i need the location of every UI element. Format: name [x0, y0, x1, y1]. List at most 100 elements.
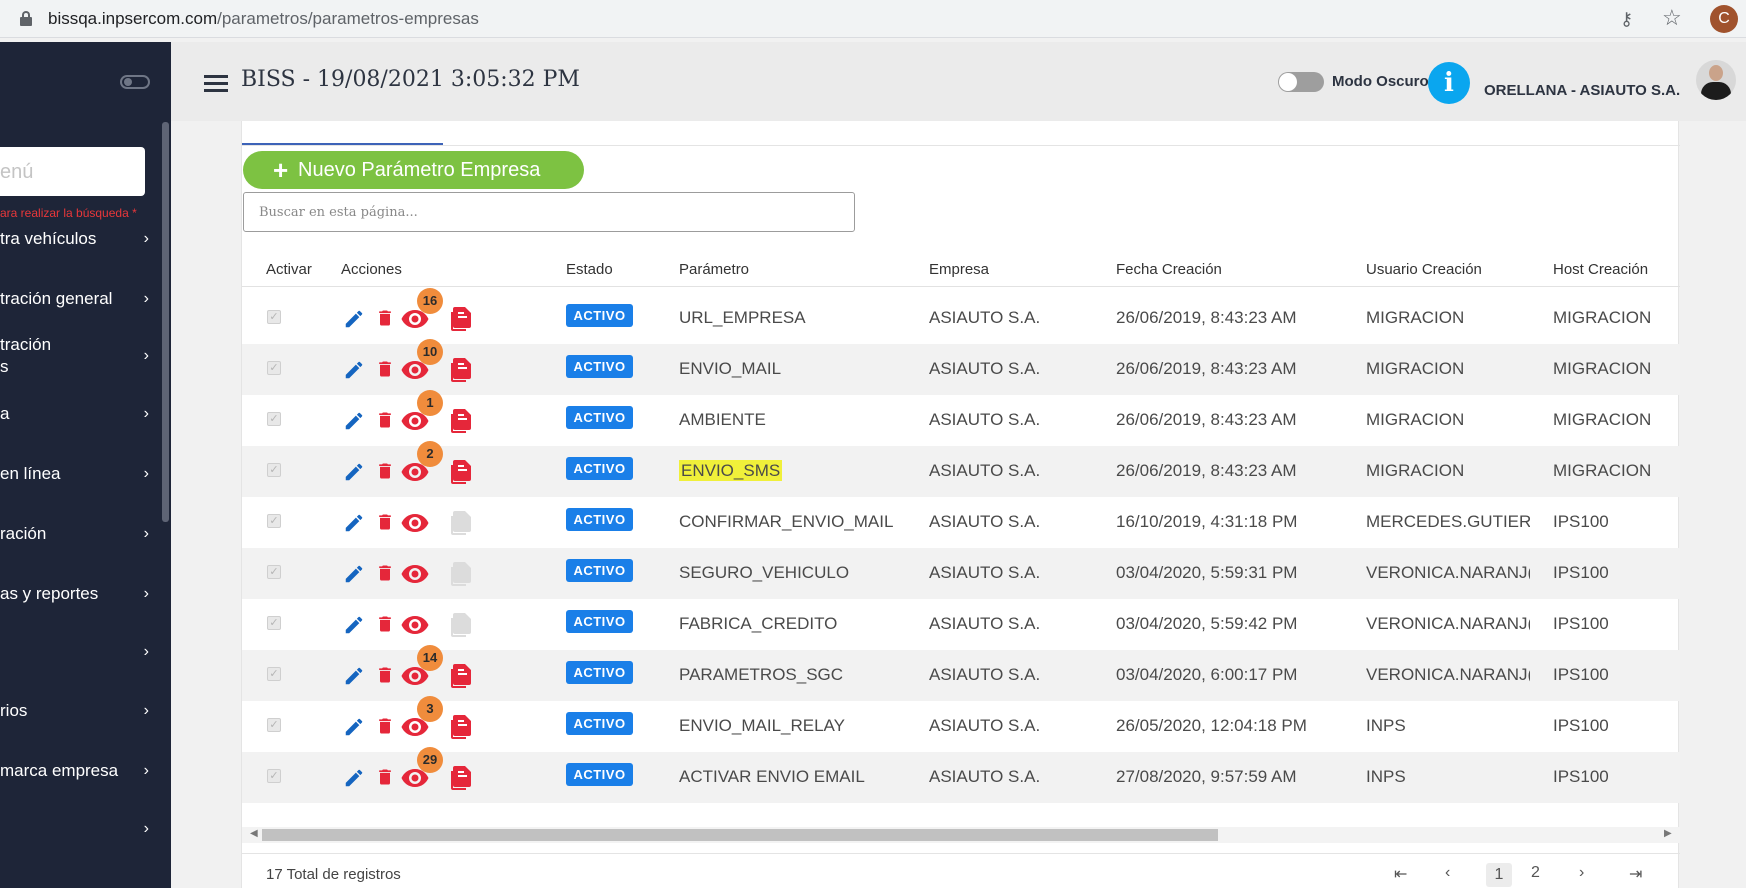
- scrollbar-thumb[interactable]: [262, 829, 1218, 841]
- bookmark-star-icon[interactable]: ☆: [1662, 6, 1686, 30]
- activate-checkbox[interactable]: ✓: [267, 667, 281, 681]
- copy-document-icon[interactable]: [450, 765, 474, 796]
- copy-document-disabled-icon: [450, 561, 474, 592]
- lock-icon[interactable]: [20, 11, 32, 26]
- delete-trash-icon[interactable]: [375, 562, 395, 589]
- delete-trash-icon[interactable]: [375, 358, 395, 385]
- prev-page-icon[interactable]: ‹: [1445, 864, 1450, 882]
- avatar[interactable]: [1696, 60, 1736, 100]
- edit-pencil-icon[interactable]: [343, 512, 365, 539]
- table-header: Activar Acciones Estado Parámetro Empres…: [242, 261, 1680, 287]
- activate-checkbox[interactable]: ✓: [267, 718, 281, 732]
- col-estado[interactable]: Estado: [566, 261, 613, 278]
- scroll-left-icon[interactable]: ◀: [250, 828, 258, 839]
- delete-trash-icon[interactable]: [375, 409, 395, 436]
- delete-trash-icon[interactable]: [375, 460, 395, 487]
- edit-pencil-icon[interactable]: [343, 614, 365, 641]
- table-row[interactable]: ✓ ACTIVO SEGURO_VEHICULO ASIAUTO S.A. 03/04/…: [242, 548, 1680, 599]
- copy-document-icon[interactable]: [450, 663, 474, 694]
- creation-user: VERONICA.NARANJ(: [1366, 614, 1530, 633]
- activate-checkbox[interactable]: ✓: [267, 769, 281, 783]
- col-fecha-creacion[interactable]: Fecha Creación: [1116, 261, 1222, 278]
- activate-checkbox[interactable]: ✓: [267, 463, 281, 477]
- page-search-input[interactable]: Buscar en esta página...: [243, 192, 855, 232]
- delete-trash-icon[interactable]: [375, 307, 395, 334]
- activate-checkbox[interactable]: ✓: [267, 514, 281, 528]
- sidebar-item[interactable]: marca empresa ›: [0, 760, 171, 782]
- page-2-button[interactable]: 2: [1531, 864, 1540, 882]
- copy-document-icon[interactable]: [450, 714, 474, 745]
- col-activar[interactable]: Activar: [266, 261, 312, 278]
- delete-trash-icon[interactable]: [375, 766, 395, 793]
- view-eye-icon[interactable]: [401, 564, 429, 589]
- table-row[interactable]: ✓ 14 ACTIVO PARAMETROS_SGC ASIAUTO S.A. 03/04…: [242, 645, 1680, 701]
- copy-document-icon[interactable]: [450, 459, 474, 490]
- sidebar-item[interactable]: a ›: [0, 403, 171, 425]
- view-count-badge: 10: [417, 339, 443, 365]
- browser-profile-avatar[interactable]: C: [1710, 5, 1738, 33]
- table-row[interactable]: ✓ 16 ACTIVO URL_EMPRESA ASIAUTO S.A. 26/06/20…: [242, 288, 1680, 344]
- activate-checkbox[interactable]: ✓: [267, 361, 281, 375]
- first-page-icon[interactable]: ⇤: [1394, 864, 1407, 884]
- horizontal-scrollbar[interactable]: ◀ ▶: [242, 827, 1680, 843]
- view-eye-icon[interactable]: [401, 615, 429, 640]
- edit-pencil-icon[interactable]: [343, 359, 365, 386]
- sidebar-item[interactable]: tra vehículos ›: [0, 228, 171, 250]
- edit-pencil-icon[interactable]: [343, 461, 365, 488]
- edit-pencil-icon[interactable]: [343, 716, 365, 743]
- sidebar-scrollbar[interactable]: [162, 122, 169, 522]
- next-page-icon[interactable]: ›: [1579, 864, 1584, 882]
- info-icon[interactable]: i: [1428, 62, 1470, 104]
- delete-trash-icon[interactable]: [375, 613, 395, 640]
- col-empresa[interactable]: Empresa: [929, 261, 989, 278]
- delete-trash-icon[interactable]: [375, 715, 395, 742]
- copy-document-icon[interactable]: [450, 357, 474, 388]
- edit-pencil-icon[interactable]: [343, 308, 365, 335]
- scroll-right-icon[interactable]: ▶: [1664, 828, 1672, 839]
- url-field[interactable]: bissqa.inpsercom.com/parametros/parametr…: [48, 9, 479, 29]
- sidebar-item[interactable]: rios ›: [0, 700, 171, 722]
- sidebar-item[interactable]: tración general ›: [0, 288, 171, 310]
- table-row[interactable]: ✓ 10 ACTIVO ENVIO_MAIL ASIAUTO S.A. 26/06/201…: [242, 339, 1680, 395]
- table-row[interactable]: ✓ 2 ACTIVO ENVIO_SMS ASIAUTO S.A. 26/06/2019,…: [242, 441, 1680, 497]
- browser-address-bar: bissqa.inpsercom.com/parametros/parametr…: [0, 0, 1746, 38]
- edit-pencil-icon[interactable]: [343, 410, 365, 437]
- parameter-name: ACTIVAR ENVIO EMAIL: [679, 767, 865, 787]
- dark-mode-label: Modo Oscuro: [1332, 73, 1429, 90]
- dark-mode-toggle[interactable]: [1278, 72, 1324, 92]
- chevron-right-icon: ›: [143, 347, 149, 364]
- table-row[interactable]: ✓ ACTIVO CONFIRMAR_ENVIO_MAIL ASIAUTO S.A. 1…: [242, 497, 1680, 548]
- sidebar-item[interactable]: en línea ›: [0, 463, 171, 485]
- sidebar-toggle[interactable]: [120, 75, 150, 89]
- activate-checkbox[interactable]: ✓: [267, 310, 281, 324]
- menu-search-input[interactable]: enú: [0, 147, 145, 196]
- table-row[interactable]: ✓ 29 ACTIVO ACTIVAR ENVIO EMAIL ASIAUTO S.A.…: [242, 747, 1680, 803]
- edit-pencil-icon[interactable]: [343, 665, 365, 692]
- col-usuario-creacion[interactable]: Usuario Creación: [1366, 261, 1482, 278]
- edit-pencil-icon[interactable]: [343, 563, 365, 590]
- delete-trash-icon[interactable]: [375, 664, 395, 691]
- activate-checkbox[interactable]: ✓: [267, 565, 281, 579]
- sidebar-item[interactable]: as y reportes ›: [0, 583, 171, 605]
- activate-checkbox[interactable]: ✓: [267, 412, 281, 426]
- key-icon[interactable]: ⚷: [1620, 10, 1644, 28]
- page-title: BISS - 19/08/2021 3:05:32 PM: [241, 67, 580, 92]
- sidebar-item[interactable]: ración ›: [0, 523, 171, 545]
- new-parameter-button[interactable]: + Nuevo Parámetro Empresa: [243, 151, 584, 189]
- copy-document-icon[interactable]: [450, 408, 474, 439]
- menu-hamburger-icon[interactable]: [204, 75, 228, 93]
- view-eye-icon[interactable]: [401, 513, 429, 538]
- copy-document-icon[interactable]: [450, 306, 474, 337]
- col-parametro[interactable]: Parámetro: [679, 261, 749, 278]
- col-acciones[interactable]: Acciones: [341, 261, 402, 278]
- col-host-creacion[interactable]: Host Creación: [1553, 261, 1648, 278]
- table-row[interactable]: ✓ 3 ACTIVO ENVIO_MAIL_RELAY ASIAUTO S.A. 26/0…: [242, 696, 1680, 752]
- sidebar-item[interactable]: tración s ›: [0, 334, 171, 378]
- table-row[interactable]: ✓ ACTIVO FABRICA_CREDITO ASIAUTO S.A. 03/04/…: [242, 599, 1680, 650]
- page-1-button[interactable]: 1: [1486, 863, 1512, 887]
- activate-checkbox[interactable]: ✓: [267, 616, 281, 630]
- delete-trash-icon[interactable]: [375, 511, 395, 538]
- last-page-icon[interactable]: ⇥: [1629, 864, 1642, 884]
- table-row[interactable]: ✓ 1 ACTIVO AMBIENTE ASIAUTO S.A. 26/06/2019, …: [242, 390, 1680, 446]
- edit-pencil-icon[interactable]: [343, 767, 365, 794]
